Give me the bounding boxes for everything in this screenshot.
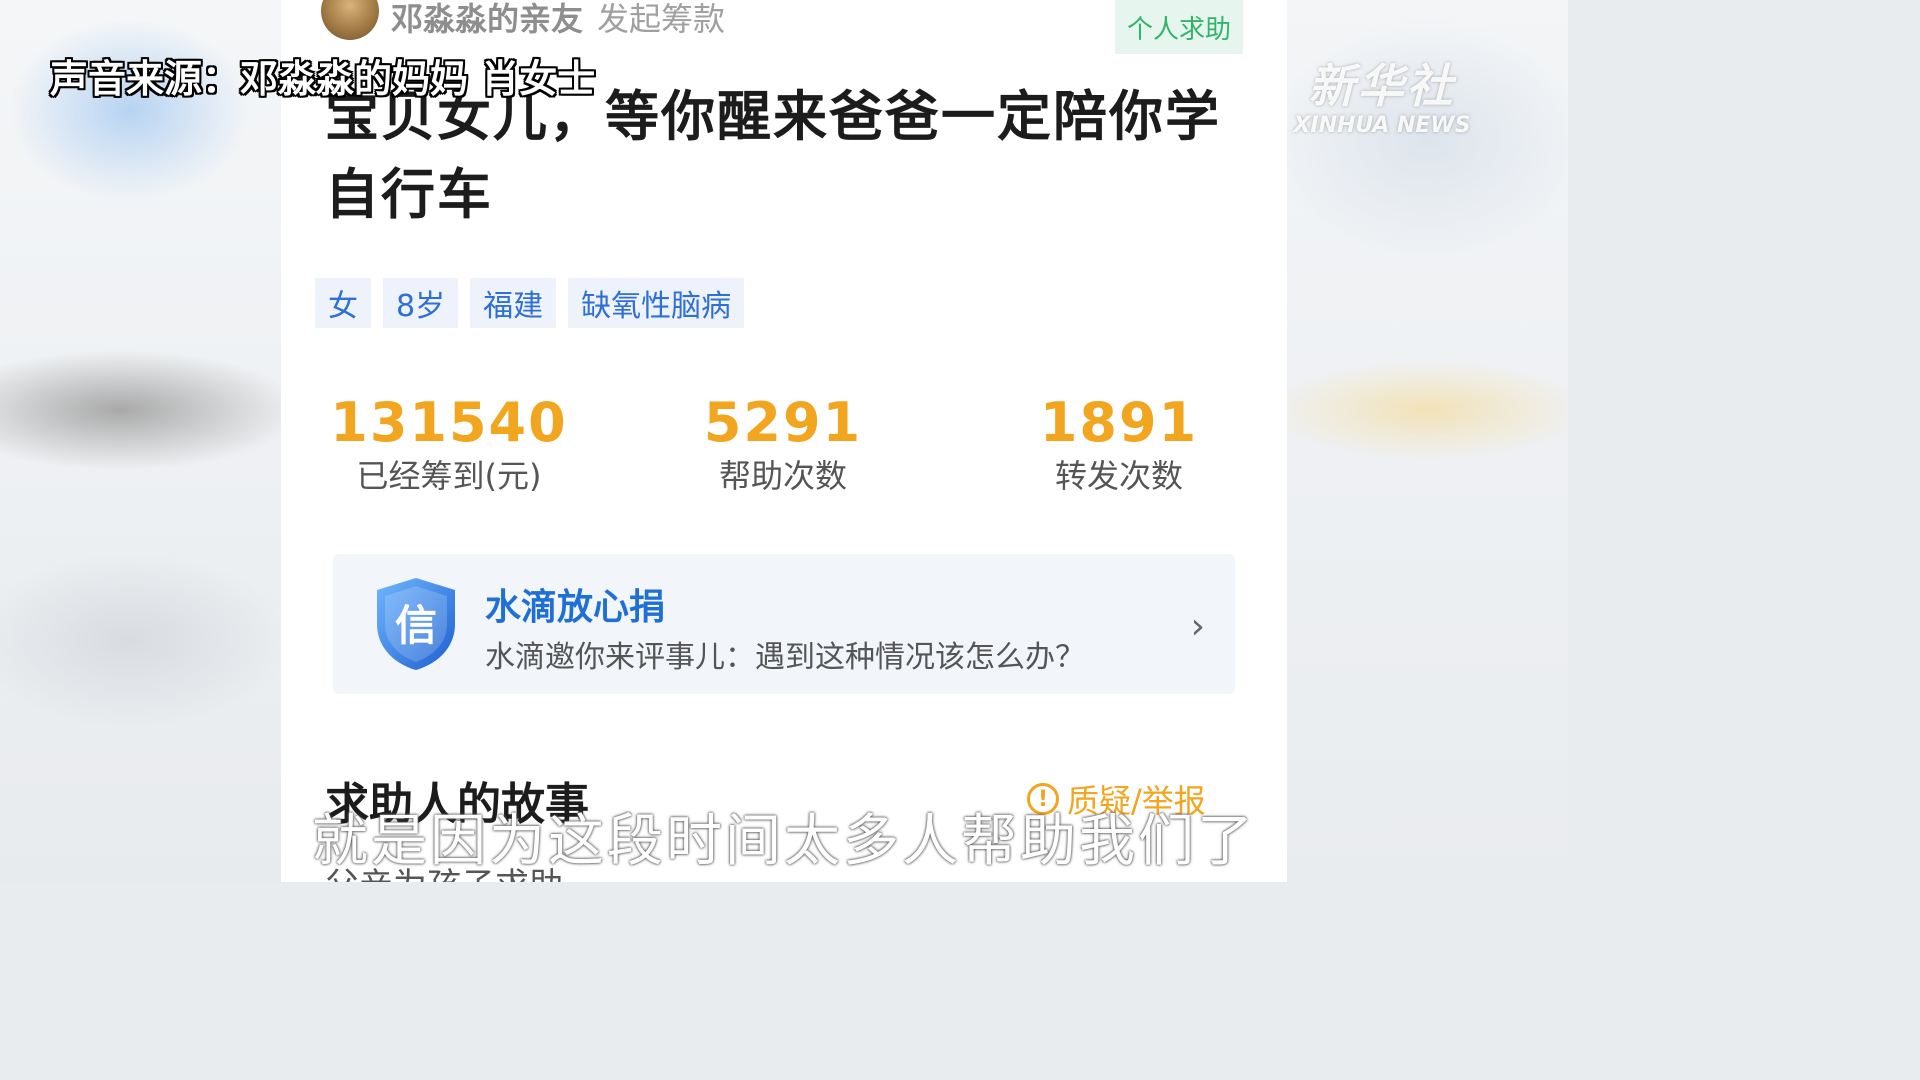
stat-share-count: 1891 转发次数 xyxy=(969,392,1269,498)
xinhua-watermark: 新华社 XINHUA NEWS xyxy=(1292,58,1472,138)
stat-help-count: 5291 帮助次数 xyxy=(633,392,933,498)
stat-label: 转发次数 xyxy=(1054,457,1183,495)
personal-help-badge: 个人求助 xyxy=(1115,0,1243,54)
initiator-name[interactable]: 邓淼淼的亲友 xyxy=(391,0,583,38)
initiator-action: 发起筹款 xyxy=(597,0,726,38)
video-subtitle: 就是因为这段时间太多人帮助我们了 xyxy=(312,809,1256,874)
tag-region: 福建 xyxy=(470,278,557,328)
stat-value: 131540 xyxy=(330,391,568,454)
tag-illness: 缺氧性脑病 xyxy=(568,278,745,328)
stat-label: 帮助次数 xyxy=(718,457,847,495)
initiator-line: 邓淼淼的亲友 发起筹款 xyxy=(391,0,725,40)
stat-label: 已经筹到(元) xyxy=(356,457,542,495)
chevron-right-icon: › xyxy=(1190,606,1205,647)
watermark-en: XINHUA NEWS xyxy=(1293,113,1471,138)
stat-value: 1891 xyxy=(1039,391,1199,454)
trust-card-title: 水滴放心捐 xyxy=(485,587,666,628)
shield-icon-char: 信 xyxy=(395,601,437,650)
stats-row: 131540 已经筹到(元) 5291 帮助次数 1891 转发次数 xyxy=(281,392,1287,502)
shield-icon: 信 xyxy=(377,578,455,670)
watermark-cn: 新华社 xyxy=(1308,59,1456,113)
stat-value: 5291 xyxy=(703,391,863,454)
audio-source-caption: 声音来源：邓淼淼的妈妈 肖女士 xyxy=(50,57,596,101)
initiator-avatar[interactable] xyxy=(321,0,379,40)
tag-age: 8岁 xyxy=(383,278,459,328)
tag-gender: 女 xyxy=(315,278,371,328)
blurred-background-left xyxy=(0,0,290,882)
stat-amount-raised: 131540 已经筹到(元) xyxy=(299,392,599,498)
fundraising-page: 邓淼淼的亲友 发起筹款 个人求助 宝贝女儿，等你醒来爸爸一定陪你学自行车 女 8岁… xyxy=(281,0,1287,882)
trust-donation-card[interactable]: 信 水滴放心捐 水滴邀你来评事儿：遇到这种情况该怎么办？ › xyxy=(333,554,1235,694)
campaign-tags: 女 8岁 福建 缺氧性脑病 xyxy=(315,278,745,328)
trust-card-description: 水滴邀你来评事儿：遇到这种情况该怎么办？ xyxy=(485,640,1085,675)
